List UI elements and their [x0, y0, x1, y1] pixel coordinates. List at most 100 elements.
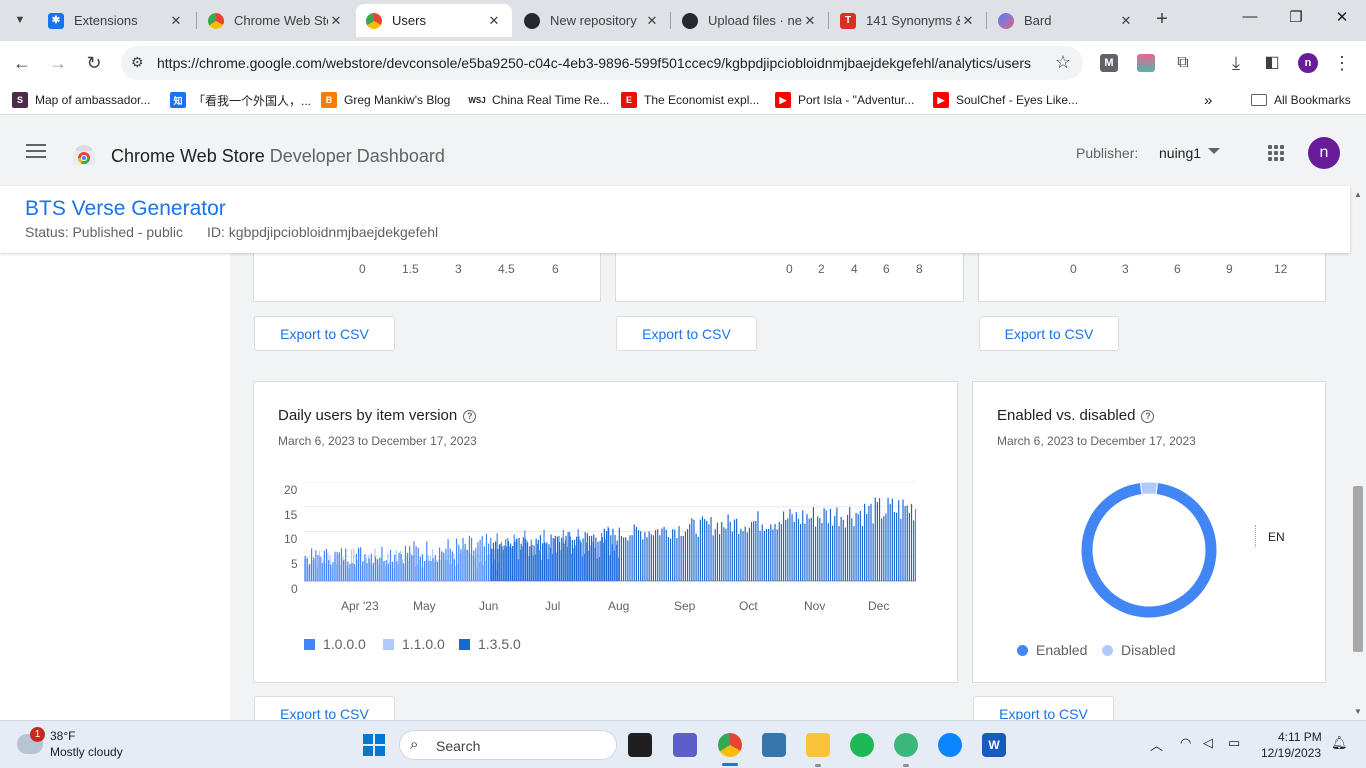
- bar-1-3-5-0: [885, 513, 887, 581]
- chevron-down-icon[interactable]: [1208, 148, 1220, 154]
- onedrive-icon[interactable]: [938, 733, 962, 757]
- close-icon[interactable]: ✕: [802, 13, 818, 29]
- file-explorer-icon[interactable]: [806, 733, 830, 757]
- bar-1-3-5-0: [915, 509, 916, 581]
- bar-1-0-0-0: [488, 543, 490, 581]
- account-avatar[interactable]: n: [1308, 137, 1340, 169]
- bookmark-star-icon[interactable]: ☆: [1055, 52, 1071, 73]
- back-arrow-icon[interactable]: ←: [10, 51, 34, 75]
- spotify-icon[interactable]: [850, 733, 874, 757]
- side-panel-icon[interactable]: ◧: [1260, 51, 1284, 75]
- help-icon[interactable]: ?: [1141, 410, 1155, 423]
- item-name[interactable]: BTS Verse Generator: [25, 197, 226, 221]
- legend-item-1100[interactable]: 1.1.0.0: [383, 636, 445, 652]
- tab-upload-files[interactable]: Upload files · ne ✕: [672, 4, 828, 37]
- bookmark-item[interactable]: ▶ SoulChef - Eyes Like...: [933, 91, 1078, 109]
- task-view-icon[interactable]: [628, 733, 652, 757]
- url-text[interactable]: https://chrome.google.com/webstore/devco…: [157, 55, 1031, 71]
- python-icon[interactable]: [762, 733, 786, 757]
- bookmark-item[interactable]: S Map of ambassador...: [12, 91, 150, 109]
- enabled-disabled-donut[interactable]: [1078, 479, 1220, 621]
- close-icon[interactable]: ✕: [1118, 13, 1134, 29]
- close-icon[interactable]: ✕: [328, 13, 344, 29]
- download-icon[interactable]: ⤓: [1224, 51, 1248, 75]
- hamburger-menu-icon[interactable]: [26, 144, 46, 158]
- tab-chrome-web-store[interactable]: Chrome Web Sto ✕: [198, 4, 354, 37]
- tab-bard[interactable]: Bard ✕: [988, 4, 1144, 37]
- new-tab-button[interactable]: +: [1150, 8, 1174, 32]
- bookmark-item[interactable]: WSJ China Real Time Re...: [468, 91, 609, 109]
- language-badge[interactable]: EN: [1255, 525, 1299, 547]
- atom-icon[interactable]: [894, 733, 918, 757]
- bar-1-3-5-0: [654, 530, 657, 581]
- legend-item-enabled[interactable]: Enabled: [1017, 642, 1087, 658]
- scroll-thumb[interactable]: [1353, 486, 1363, 652]
- windows-start-icon[interactable]: [362, 733, 386, 757]
- legend-item-1000[interactable]: 1.0.0.0: [304, 636, 366, 652]
- bar-1-3-5-0: [546, 542, 548, 581]
- close-icon[interactable]: ✕: [168, 13, 184, 29]
- window-close-icon[interactable]: ✕: [1322, 8, 1362, 26]
- bar-1-3-5-0: [874, 497, 876, 581]
- chevron-up-icon[interactable]: ︿: [1150, 735, 1163, 754]
- weather-temperature[interactable]: 38°F: [50, 729, 75, 743]
- close-icon[interactable]: ✕: [486, 13, 502, 29]
- scroll-down-arrow-icon[interactable]: ▼: [1354, 707, 1362, 716]
- close-icon[interactable]: ✕: [960, 13, 976, 29]
- battery-icon[interactable]: ▭: [1228, 735, 1240, 751]
- export-csv-button[interactable]: Export to CSV: [979, 316, 1119, 351]
- notification-bell-icon[interactable]: 🔔︎: [1331, 735, 1348, 751]
- forward-arrow-icon[interactable]: →: [46, 51, 70, 75]
- export-csv-button[interactable]: Export to CSV: [254, 316, 395, 351]
- bar-1-3-5-0: [866, 513, 868, 581]
- legend-item-1350[interactable]: 1.3.5.0: [459, 636, 521, 652]
- word-icon[interactable]: W: [982, 733, 1006, 757]
- export-csv-button[interactable]: Export to CSV: [616, 316, 757, 351]
- tab-synonyms[interactable]: T 141 Synonyms & ✕: [830, 4, 986, 37]
- site-info-icon[interactable]: ⚙: [131, 54, 144, 71]
- bar-1-0-0-0: [387, 563, 389, 581]
- page-scrollbar[interactable]: ▲ ▼: [1350, 186, 1366, 720]
- taskbar-search[interactable]: ⌕ Search: [399, 730, 617, 760]
- wifi-icon[interactable]: ◠: [1180, 735, 1191, 751]
- help-icon[interactable]: ?: [463, 410, 477, 423]
- bookmarks-overflow-icon[interactable]: »: [1204, 91, 1212, 109]
- minimize-icon[interactable]: —: [1230, 8, 1270, 25]
- restore-icon[interactable]: ❐: [1276, 8, 1316, 26]
- extension-image-icon[interactable]: [1137, 54, 1155, 72]
- chrome-icon[interactable]: [718, 733, 742, 757]
- bookmark-item[interactable]: B Greg Mankiw's Blog: [321, 91, 450, 109]
- reload-icon[interactable]: ↻: [82, 51, 106, 75]
- bookmark-item[interactable]: ▶ Port Isla - "Adventur...: [775, 91, 914, 109]
- bar-1-3-5-0: [872, 523, 874, 581]
- extension-m-icon[interactable]: M: [1100, 54, 1118, 72]
- all-bookmarks-button[interactable]: All Bookmarks: [1251, 91, 1351, 109]
- google-apps-icon[interactable]: [1268, 145, 1284, 161]
- weather-description[interactable]: Mostly cloudy: [50, 745, 123, 759]
- profile-avatar[interactable]: n: [1298, 53, 1318, 73]
- tab-new-repository[interactable]: New repository ✕: [514, 4, 670, 37]
- legend-item-disabled[interactable]: Disabled: [1102, 642, 1175, 658]
- address-bar[interactable]: ⚙ https://chrome.google.com/webstore/dev…: [121, 46, 1083, 80]
- bookmark-item[interactable]: E The Economist expl...: [621, 91, 759, 109]
- export-csv-button[interactable]: Export to CSV: [973, 696, 1114, 720]
- bar-1-3-5-0: [541, 543, 544, 581]
- teams-icon[interactable]: [673, 733, 697, 757]
- close-icon[interactable]: ✕: [644, 13, 660, 29]
- export-csv-button[interactable]: Export to CSV: [254, 696, 395, 720]
- tab-extensions[interactable]: ✱ Extensions ✕: [38, 4, 194, 37]
- bar-1-3-5-0: [887, 497, 889, 581]
- daily-users-plot[interactable]: [304, 482, 916, 592]
- bookmark-item[interactable]: 知 「看我一个外国人，...: [170, 91, 311, 109]
- volume-icon[interactable]: ◁: [1203, 735, 1213, 751]
- bookmark-label: SoulChef - Eyes Like...: [956, 93, 1079, 107]
- tab-search-button[interactable]: ▼: [6, 6, 34, 34]
- clock-time[interactable]: 4:11 PM: [1278, 730, 1322, 744]
- tab-users[interactable]: Users ✕: [356, 4, 512, 37]
- kebab-menu-icon[interactable]: ⋮: [1330, 51, 1354, 75]
- scroll-up-arrow-icon[interactable]: ▲: [1354, 190, 1362, 199]
- publisher-select[interactable]: nuing1: [1159, 145, 1201, 161]
- clock-date[interactable]: 12/19/2023: [1261, 746, 1321, 760]
- extensions-puzzle-icon[interactable]: ⧉: [1171, 51, 1195, 75]
- bar-1-0-0-0: [377, 559, 379, 581]
